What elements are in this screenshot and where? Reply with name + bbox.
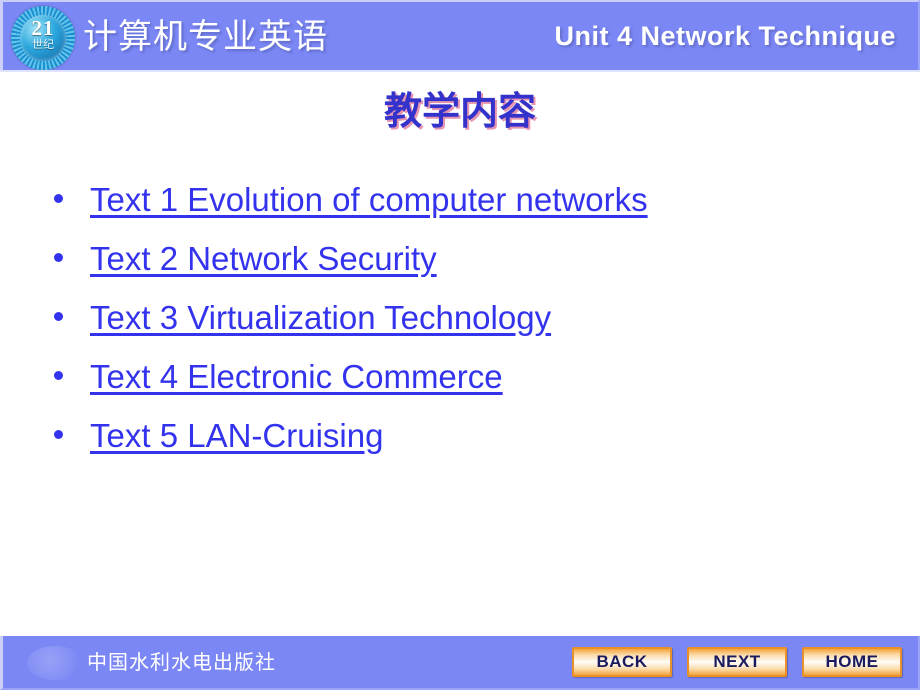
course-title: 计算机专业英语 <box>83 17 328 57</box>
content-list: Text 1 Evolution of computer networks Te… <box>46 170 886 465</box>
watermark-icon <box>27 646 83 680</box>
publisher-name: 中国水利水电出版社 <box>87 650 276 674</box>
slide-body: 教学内容 Text 1 Evolution of computer networ… <box>0 72 920 636</box>
slide-header: 21 世纪 计算机专业英语 Unit 4 Network Technique <box>0 0 920 72</box>
list-item[interactable]: Text 3 Virtualization Technology <box>46 288 886 347</box>
logo-label: 世纪 <box>32 38 54 51</box>
text-link-4[interactable]: Text 4 Electronic Commerce <box>90 357 503 397</box>
bullet-icon <box>54 371 63 380</box>
bullet-icon <box>54 312 63 321</box>
list-item[interactable]: Text 4 Electronic Commerce <box>46 347 886 406</box>
text-link-3[interactable]: Text 3 Virtualization Technology <box>90 298 551 338</box>
text-link-1[interactable]: Text 1 Evolution of computer networks <box>90 180 648 220</box>
list-item[interactable]: Text 2 Network Security <box>46 229 886 288</box>
globe-icon: 21 世纪 <box>20 15 66 61</box>
list-item[interactable]: Text 5 LAN-Cruising <box>46 406 886 465</box>
bullet-icon <box>54 194 63 203</box>
bullet-icon <box>54 253 63 262</box>
unit-title: Unit 4 Network Technique <box>554 21 896 51</box>
presentation-slide: 21 世纪 计算机专业英语 Unit 4 Network Technique 教… <box>0 0 920 690</box>
back-button[interactable]: BACK <box>572 647 672 677</box>
list-item[interactable]: Text 1 Evolution of computer networks <box>46 170 886 229</box>
text-link-2[interactable]: Text 2 Network Security <box>90 239 437 279</box>
bullet-icon <box>54 430 63 439</box>
logo-number: 21 <box>31 16 55 40</box>
21st-century-logo: 21 世纪 <box>11 6 75 70</box>
next-button[interactable]: NEXT <box>687 647 787 677</box>
home-button[interactable]: HOME <box>802 647 902 677</box>
page-title: 教学内容 <box>383 88 536 133</box>
slide-footer: 中国水利水电出版社 BACK NEXT HOME <box>0 636 920 690</box>
text-link-5[interactable]: Text 5 LAN-Cruising <box>90 416 383 456</box>
navigation-buttons: BACK NEXT HOME <box>572 647 902 677</box>
